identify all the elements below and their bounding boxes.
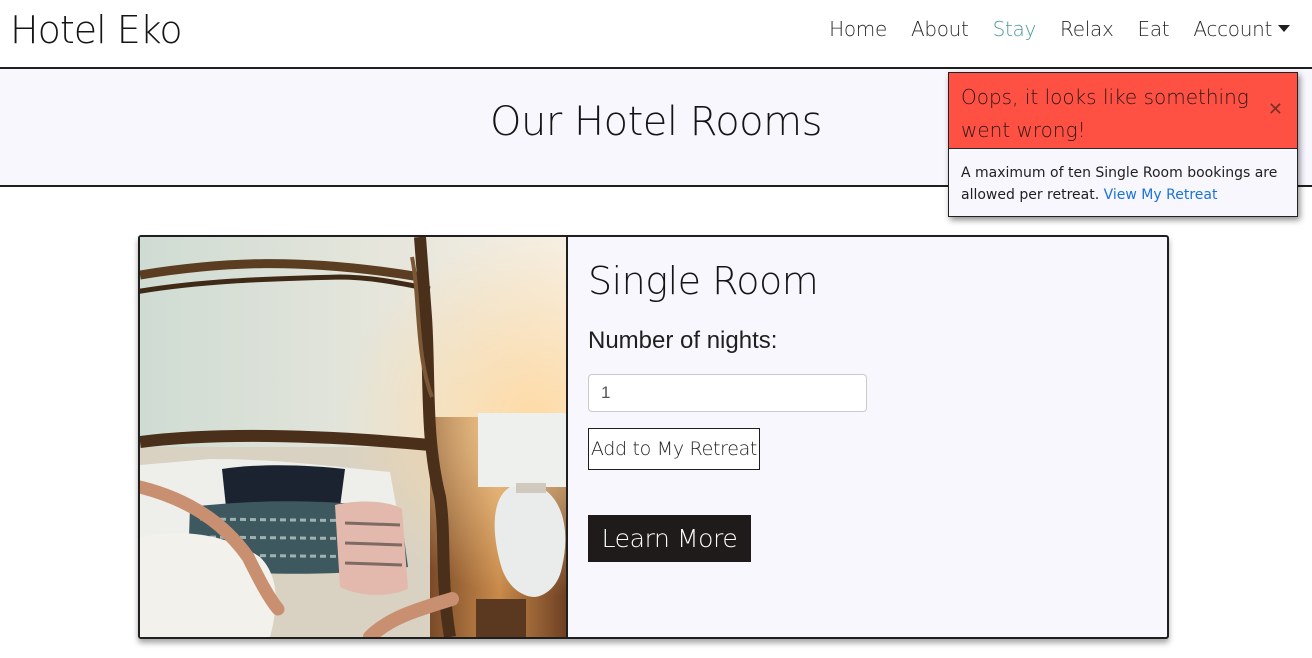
nav-link-account[interactable]: Account — [1193, 17, 1290, 41]
nav-link-relax[interactable]: Relax — [1060, 17, 1114, 41]
close-icon[interactable]: ✕ — [1268, 99, 1283, 120]
toast-body: A maximum of ten Single Room bookings ar… — [961, 162, 1281, 206]
navbar: Hotel Eko Home About Stay Relax Eat Acco… — [0, 0, 1312, 69]
brand-logo[interactable]: Hotel Eko — [10, 8, 183, 52]
room-name: Single Room — [588, 259, 819, 303]
room-photo — [140, 237, 568, 637]
nav-link-about[interactable]: About — [911, 17, 969, 41]
room-photo-image — [140, 237, 566, 637]
nav-link-home[interactable]: Home — [829, 17, 887, 41]
nav-link-stay[interactable]: Stay — [993, 17, 1037, 41]
error-toast: Oops, it looks like something went wrong… — [948, 72, 1298, 217]
nav-link-account-label: Account — [1193, 17, 1272, 41]
caret-down-icon — [1278, 25, 1290, 32]
room-details: Single Room Number of nights: Add to My … — [588, 237, 1148, 637]
nights-input[interactable] — [588, 374, 867, 412]
toast-title: Oops, it looks like something went wrong… — [961, 85, 1249, 142]
add-to-retreat-button[interactable]: Add to My Retreat — [588, 428, 760, 470]
nights-label: Number of nights: — [588, 327, 778, 354]
nav-link-eat[interactable]: Eat — [1138, 17, 1170, 41]
toast-header: Oops, it looks like something went wrong… — [949, 73, 1297, 149]
view-my-retreat-link[interactable]: View My Retreat — [1104, 187, 1218, 203]
nav-links: Home About Stay Relax Eat Account — [805, 17, 1290, 41]
room-card: Single Room Number of nights: Add to My … — [138, 235, 1169, 639]
learn-more-button[interactable]: Learn More — [588, 515, 751, 562]
